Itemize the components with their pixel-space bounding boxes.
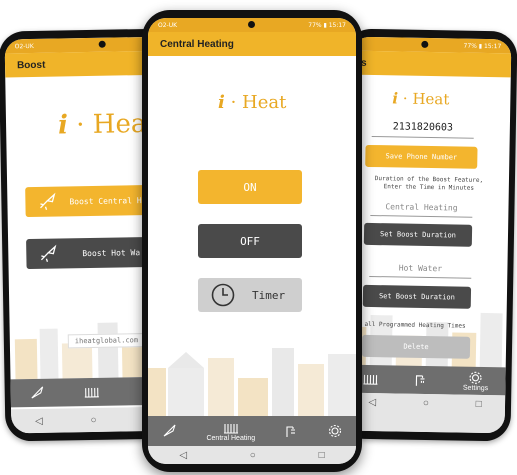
clock-icon — [211, 283, 235, 307]
carrier-label: O2-UK — [158, 21, 178, 29]
nav-boost[interactable] — [30, 386, 46, 400]
shower-icon — [416, 375, 425, 386]
central-heating-input[interactable]: Central Heating — [370, 202, 472, 213]
center-phone-screen: O2-UK 77% ▮ 15:17 Central Heating i · He… — [148, 18, 356, 464]
system-nav-bar: ◁ ○ □ — [344, 392, 506, 434]
right-phone: 77% ▮ 15:17 gs i · Heat 2131820603 Save … — [338, 28, 517, 442]
on-button[interactable]: ON — [198, 170, 302, 204]
back-icon[interactable]: ◁ — [368, 397, 376, 408]
back-icon[interactable]: ◁ — [35, 415, 43, 426]
rocket-icon — [40, 192, 56, 210]
camera-notch — [98, 40, 106, 48]
nav-settings[interactable]: Settings — [462, 370, 489, 392]
nav-central-heating[interactable]: Central Heating — [206, 421, 255, 442]
nav-settings[interactable] — [328, 424, 342, 438]
timer-button[interactable]: Timer — [198, 278, 302, 312]
camera-notch — [421, 40, 429, 48]
system-nav-bar: ◁ ○ □ — [148, 446, 356, 464]
app-bar-title: Central Heating — [160, 38, 234, 50]
hot-water-underline — [369, 275, 472, 279]
home-icon[interactable]: ○ — [90, 414, 96, 425]
app-bar-title: Boost — [16, 59, 46, 71]
app-bar: Central Heating — [148, 32, 356, 56]
timer-label: Timer — [252, 288, 286, 302]
boost-hot-water-label: Boost Hot Wa — [82, 247, 141, 258]
radiator-icon — [85, 387, 100, 398]
nav-settings-label: Settings — [462, 384, 489, 392]
iheat-logo: i · Heat — [218, 92, 287, 113]
rocket-icon — [40, 244, 57, 262]
recents-icon[interactable]: □ — [319, 450, 325, 461]
nav-shower[interactable] — [413, 373, 429, 387]
gear-icon — [328, 424, 341, 438]
set-boost-duration-hot-water-button[interactable]: Set Boost Duration — [362, 284, 472, 309]
website-label[interactable]: iheatglobal.com — [67, 333, 146, 349]
carrier-label: O2-UK — [14, 42, 34, 50]
boost-central-label: Boost Central H — [69, 195, 142, 206]
duration-hint: Duration of the Boost Feature, Enter the… — [374, 175, 484, 192]
nav-boost[interactable] — [162, 424, 178, 438]
back-icon[interactable]: ◁ — [179, 450, 187, 461]
battery-time-label: 77% ▮ 15:17 — [463, 42, 502, 50]
delete-button[interactable]: Delete — [361, 334, 471, 359]
gear-icon — [469, 371, 482, 384]
save-phone-number-button[interactable]: Save Phone Number — [365, 144, 478, 169]
recents-icon[interactable]: □ — [476, 399, 482, 410]
nav-central-heating-label: Central Heating — [206, 434, 256, 442]
home-icon[interactable]: ○ — [250, 450, 256, 461]
city-skyline-illustration — [148, 348, 356, 416]
app-bar: gs — [350, 50, 512, 78]
hot-water-input[interactable]: Hot Water — [369, 263, 471, 274]
set-boost-duration-central-button[interactable]: Set Boost Duration — [363, 222, 473, 247]
central-heating-underline — [370, 214, 473, 218]
camera-notch — [248, 21, 255, 28]
rocket-icon — [163, 424, 176, 437]
phone-number-value[interactable]: 2131820603 — [372, 121, 474, 134]
right-phone-screen: 77% ▮ 15:17 gs i · Heat 2131820603 Save … — [344, 36, 512, 434]
nav-radiator[interactable] — [84, 385, 100, 399]
center-phone: O2-UK 77% ▮ 15:17 Central Heating i · He… — [142, 10, 362, 472]
phone-number-underline — [371, 136, 474, 139]
shower-icon — [286, 426, 296, 437]
home-icon[interactable]: ○ — [423, 398, 429, 409]
radiator-icon — [223, 423, 238, 434]
nav-radiator[interactable] — [362, 372, 378, 386]
bottom-nav: Settings — [345, 364, 506, 396]
battery-time-label: 77% ▮ 15:17 — [308, 21, 346, 29]
off-button[interactable]: OFF — [198, 224, 302, 258]
nav-shower[interactable] — [283, 424, 299, 438]
bottom-nav: Central Heating — [148, 416, 356, 446]
iheat-logo: i · Heat — [392, 89, 450, 109]
rocket-icon — [31, 386, 44, 399]
radiator-icon — [363, 374, 378, 385]
